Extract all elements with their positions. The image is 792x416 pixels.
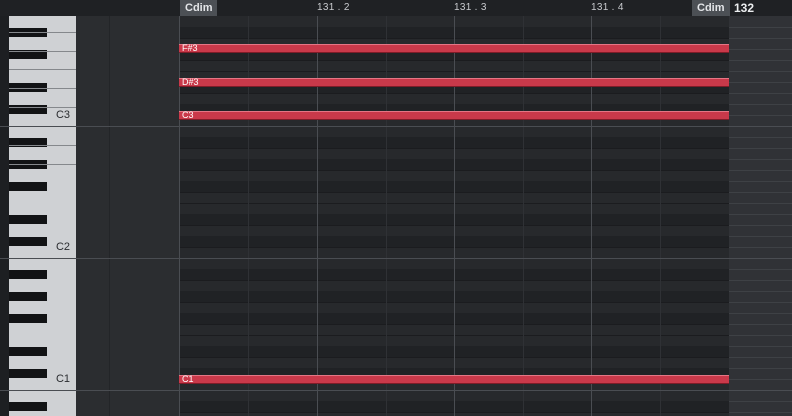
outside-row-line bbox=[729, 38, 792, 39]
outside-row-line bbox=[729, 170, 792, 171]
piano-keyboard[interactable]: C3 C2 C1 bbox=[0, 16, 80, 416]
note-d-sharp-3[interactable]: D#3 bbox=[179, 77, 729, 87]
grid-beat-line bbox=[591, 16, 592, 416]
note-c1[interactable]: C1 bbox=[179, 374, 729, 384]
outside-row-line bbox=[729, 159, 792, 160]
outside-row-line bbox=[729, 324, 792, 325]
grid-beat-line bbox=[317, 16, 318, 416]
black-key[interactable] bbox=[9, 237, 47, 246]
timeline-ruler[interactable]: Cdim 131 . 2 131 . 3 131 . 4 Cdim 132 bbox=[0, 0, 792, 16]
key-label-c3: C3 bbox=[55, 109, 70, 121]
outside-row-line bbox=[729, 27, 792, 28]
note-c3[interactable]: C3 bbox=[179, 110, 729, 120]
outside-row-line bbox=[729, 104, 792, 105]
grid-beat-line bbox=[179, 16, 180, 416]
white-key-separator bbox=[9, 145, 76, 146]
white-key-separator bbox=[9, 164, 76, 165]
grid-subdivision-line bbox=[248, 16, 249, 416]
white-key-separator bbox=[9, 69, 76, 70]
lane-strip bbox=[80, 16, 179, 416]
outside-row-line bbox=[729, 236, 792, 237]
outside-row-line bbox=[729, 181, 792, 182]
outside-row-line bbox=[729, 247, 792, 248]
outside-row-line bbox=[729, 302, 792, 303]
outside-row-line bbox=[729, 412, 792, 413]
grid-beat-line bbox=[454, 16, 455, 416]
outside-row-line bbox=[729, 368, 792, 369]
ruler-left-spacer bbox=[0, 0, 178, 16]
ruler-position-131-2: 131 . 2 bbox=[317, 2, 350, 13]
chord-track-event-start[interactable]: Cdim bbox=[180, 0, 217, 16]
ruler-bar-number: 132 bbox=[734, 1, 755, 15]
black-key[interactable] bbox=[9, 402, 47, 411]
ruler-position-131-3: 131 . 3 bbox=[454, 2, 487, 13]
grid-subdivision-line bbox=[660, 16, 661, 416]
outside-row-line bbox=[729, 225, 792, 226]
outside-row-line bbox=[729, 214, 792, 215]
grid-subdivision-line bbox=[386, 16, 387, 416]
outside-row-line bbox=[729, 280, 792, 281]
outside-row-line bbox=[729, 60, 792, 61]
black-key[interactable] bbox=[9, 182, 47, 191]
note-label: C1 bbox=[182, 374, 194, 384]
outside-row-line bbox=[729, 71, 792, 72]
black-key[interactable] bbox=[9, 347, 47, 356]
note-label: C3 bbox=[182, 110, 194, 120]
black-key[interactable] bbox=[9, 292, 47, 301]
outside-row-line bbox=[729, 115, 792, 116]
note-label: F#3 bbox=[182, 43, 198, 53]
key-label-c1: C1 bbox=[55, 373, 70, 385]
outside-row-line bbox=[729, 203, 792, 204]
black-key[interactable] bbox=[9, 270, 47, 279]
grid-subdivision-line bbox=[523, 16, 524, 416]
note-label: D#3 bbox=[182, 77, 199, 87]
octave-line bbox=[0, 126, 792, 127]
outside-row-line bbox=[729, 82, 792, 83]
outside-row-line bbox=[729, 93, 792, 94]
outside-row-line bbox=[729, 137, 792, 138]
black-key[interactable] bbox=[9, 314, 47, 323]
black-key[interactable] bbox=[9, 215, 47, 224]
outside-row-line bbox=[729, 346, 792, 347]
outside-row-line bbox=[729, 148, 792, 149]
note-grid[interactable] bbox=[179, 16, 729, 416]
outside-row-line bbox=[729, 401, 792, 402]
outside-row-line bbox=[729, 335, 792, 336]
outside-row-line bbox=[729, 357, 792, 358]
octave-line bbox=[0, 390, 792, 391]
black-key[interactable] bbox=[9, 369, 47, 378]
white-key-separator bbox=[9, 51, 76, 52]
outside-row-line bbox=[729, 192, 792, 193]
outside-row-line bbox=[729, 269, 792, 270]
white-key-separator bbox=[9, 88, 76, 89]
chord-track-event-end[interactable]: Cdim bbox=[692, 0, 730, 16]
white-key-separator bbox=[9, 107, 76, 108]
white-key-separator bbox=[9, 32, 76, 33]
lane-divider bbox=[109, 16, 110, 416]
outside-row-line bbox=[729, 313, 792, 314]
key-label-c2: C2 bbox=[55, 241, 70, 253]
piano-roll-editor: Cdim 131 . 2 131 . 3 131 . 4 Cdim 132 C3… bbox=[0, 0, 792, 416]
outside-row-line bbox=[729, 379, 792, 380]
note-f-sharp-3[interactable]: F#3 bbox=[179, 43, 729, 53]
outside-row-line bbox=[729, 49, 792, 50]
outside-row-line bbox=[729, 291, 792, 292]
ruler-position-131-4: 131 . 4 bbox=[591, 2, 624, 13]
octave-line bbox=[0, 258, 792, 259]
grid-outside-range bbox=[729, 16, 792, 416]
